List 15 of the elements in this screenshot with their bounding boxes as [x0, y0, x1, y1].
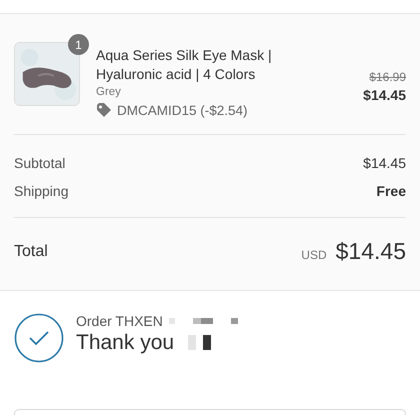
thank-you-heading: Thank you — [76, 331, 174, 355]
total-label: Total — [14, 242, 48, 260]
product-variant: Grey — [96, 86, 122, 98]
currency-code: USD — [301, 248, 327, 262]
quantity-badge: 1 — [68, 34, 89, 55]
discount-code: DMCAMID15 (-$2.54) — [117, 103, 248, 118]
original-price: $16.99 — [369, 70, 406, 84]
item-price: $14.45 — [363, 87, 406, 103]
product-title: Aqua Series Silk Eye Mask | Hyaluronic acid | 4 Colors — [96, 46, 273, 84]
summary-label: Shipping — [14, 183, 68, 199]
summary-label: Subtotal — [14, 155, 66, 171]
summary-value: $14.45 — [363, 155, 406, 171]
total-amount: $14.45 — [336, 238, 406, 264]
summary-value: Free — [376, 183, 406, 199]
order-number: Order THXEN — [76, 313, 163, 329]
